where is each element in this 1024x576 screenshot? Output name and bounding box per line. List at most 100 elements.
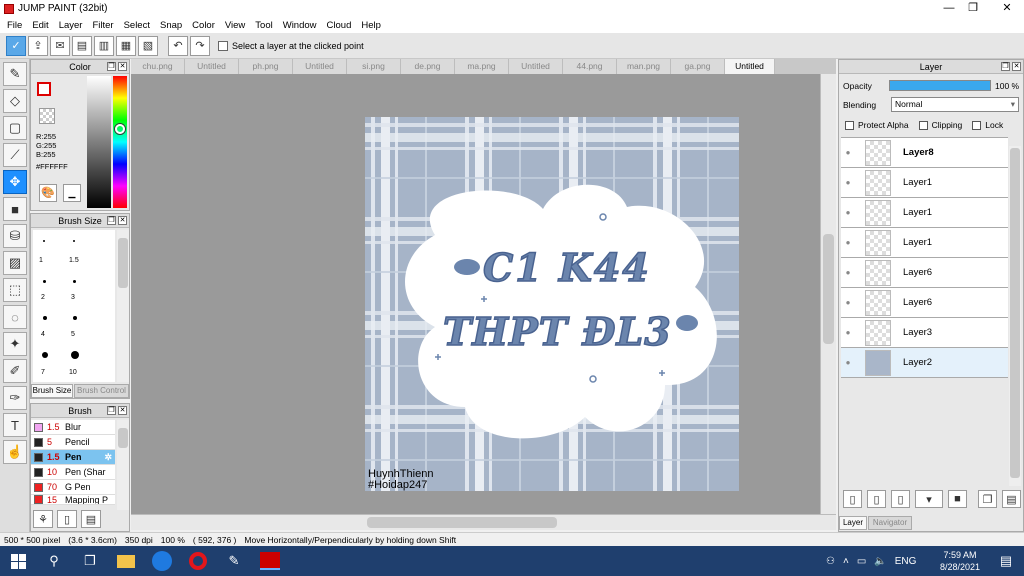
- new-brush-icon[interactable]: ▯: [57, 510, 77, 528]
- visibility-icon[interactable]: ●: [841, 238, 855, 247]
- layer-row[interactable]: ● Layer2: [841, 348, 1008, 378]
- visibility-icon[interactable]: ●: [841, 208, 855, 217]
- canvas-vertical-scrollbar[interactable]: [820, 74, 836, 514]
- tab-44[interactable]: 44.png: [563, 59, 617, 74]
- grid-settings-icon[interactable]: ▧: [138, 35, 158, 56]
- windows-start-icon[interactable]: [0, 546, 36, 576]
- cloud-sync-icon[interactable]: ✓: [6, 35, 26, 56]
- rect-select-tool-icon[interactable]: ⬚: [3, 278, 27, 302]
- maximize-button[interactable]: ❐: [958, 0, 988, 17]
- menu-window[interactable]: Window: [278, 20, 322, 31]
- menu-filter[interactable]: Filter: [87, 20, 118, 31]
- protect-alpha-checkbox[interactable]: [845, 120, 854, 130]
- visibility-icon[interactable]: ●: [841, 178, 855, 187]
- message-icon[interactable]: ▤: [72, 35, 92, 56]
- tab-ma[interactable]: ma.png: [455, 59, 509, 74]
- panel-close-icon[interactable]: ✕: [118, 406, 127, 415]
- size-1[interactable]: 1: [39, 257, 43, 264]
- brush-item-blur[interactable]: 1.5 Blur: [31, 420, 115, 435]
- duplicate-layer-icon[interactable]: ❐: [978, 490, 997, 508]
- layer-list-scrollbar[interactable]: [1009, 146, 1021, 486]
- visibility-icon[interactable]: ●: [841, 148, 855, 157]
- eraser-tool-icon[interactable]: ◇: [3, 89, 27, 113]
- page-settings-icon[interactable]: ▦: [116, 35, 136, 56]
- menu-snap[interactable]: Snap: [155, 20, 187, 31]
- panel-close-icon[interactable]: ✕: [118, 216, 127, 225]
- color-history-icon[interactable]: ▁: [63, 184, 81, 202]
- select-eraser-tool-icon[interactable]: ✑: [3, 386, 27, 410]
- panel-float-icon[interactable]: ❐: [107, 216, 116, 225]
- menu-edit[interactable]: Edit: [27, 20, 53, 31]
- share-icon[interactable]: ⇪: [28, 35, 48, 56]
- visibility-icon[interactable]: ●: [841, 298, 855, 307]
- menu-help[interactable]: Help: [356, 20, 386, 31]
- tab-untitled-2[interactable]: Untitled: [293, 59, 347, 74]
- opera-icon[interactable]: [180, 546, 216, 576]
- add-brush-icon[interactable]: ⚘: [33, 510, 53, 528]
- tab-layer[interactable]: Layer: [839, 516, 867, 530]
- transparent-color-swatch[interactable]: [39, 108, 55, 124]
- panel-close-icon[interactable]: ✕: [1012, 62, 1021, 71]
- brush-size-scrollbar[interactable]: [117, 230, 129, 382]
- panel-float-icon[interactable]: ❐: [107, 406, 116, 415]
- undo-icon[interactable]: ↶: [168, 35, 188, 56]
- brush-item-mapping-pen[interactable]: 15 Mapping P: [31, 495, 115, 505]
- search-icon[interactable]: ⚲: [36, 546, 72, 576]
- layer-row[interactable]: ● Layer1: [841, 168, 1008, 198]
- layer-row[interactable]: ● Layer6: [841, 288, 1008, 318]
- operation-tool-icon[interactable]: ☝: [3, 440, 27, 464]
- rect-tool-icon[interactable]: ▢: [3, 116, 27, 140]
- canvas-area[interactable]: C1 K44 THPT ĐL3 HuynhThienn #Hoidap247: [131, 74, 820, 514]
- visibility-icon[interactable]: ●: [841, 268, 855, 277]
- folder-icon[interactable]: ■: [948, 490, 967, 508]
- new-layer-icon[interactable]: ▯: [843, 490, 862, 508]
- foreground-color-swatch[interactable]: [37, 82, 51, 96]
- panel-close-icon[interactable]: ✕: [118, 62, 127, 71]
- size-1-5[interactable]: 1.5: [69, 257, 79, 264]
- line-tool-icon[interactable]: ⟋: [3, 143, 27, 167]
- tab-de[interactable]: de.png: [401, 59, 455, 74]
- hue-handle[interactable]: [115, 124, 125, 134]
- size-5[interactable]: 5: [71, 331, 75, 338]
- task-view-icon[interactable]: ❐: [72, 546, 108, 576]
- size-4[interactable]: 4: [41, 331, 45, 338]
- network-icon[interactable]: ▭: [857, 556, 866, 567]
- text-tool-icon[interactable]: T: [3, 413, 27, 437]
- clock[interactable]: 7:59 AM 8/28/2021: [940, 549, 980, 573]
- brush-list-scrollbar[interactable]: [117, 420, 129, 510]
- volume-icon[interactable]: 🔈: [874, 556, 886, 567]
- tab-ga[interactable]: ga.png: [671, 59, 725, 74]
- new-1bit-layer-icon[interactable]: ▯: [891, 490, 910, 508]
- tab-untitled-1[interactable]: Untitled: [185, 59, 239, 74]
- menu-cloud[interactable]: Cloud: [322, 20, 357, 31]
- color-value-slider[interactable]: [87, 76, 111, 208]
- delete-layer-icon[interactable]: ▤: [1002, 490, 1021, 508]
- tab-chu[interactable]: chu.png: [131, 59, 185, 74]
- menu-view[interactable]: View: [220, 20, 250, 31]
- brush-item-pen[interactable]: 1.5 Pen ✲: [31, 450, 115, 465]
- layer-row[interactable]: ● Layer6: [841, 258, 1008, 288]
- jump-paint-taskbar-icon[interactable]: [252, 546, 288, 576]
- layer-type-dropdown[interactable]: ▾: [915, 490, 943, 508]
- layer-settings-icon[interactable]: ✲: [995, 146, 1005, 160]
- opacity-slider[interactable]: [889, 80, 991, 91]
- brush-item-pen-sharp[interactable]: 10 Pen (Shar: [31, 465, 115, 480]
- palette-icon[interactable]: 🎨: [39, 184, 57, 202]
- notifications-icon[interactable]: ▤: [988, 546, 1024, 576]
- new-8bit-layer-icon[interactable]: ▯: [867, 490, 886, 508]
- size-3[interactable]: 3: [71, 294, 75, 301]
- menu-file[interactable]: File: [2, 20, 27, 31]
- menu-select[interactable]: Select: [119, 20, 155, 31]
- paint-app-icon[interactable]: ✎: [216, 546, 252, 576]
- panel-float-icon[interactable]: ❐: [107, 62, 116, 71]
- select-layer-checkbox[interactable]: [218, 40, 228, 51]
- size-7[interactable]: 7: [41, 369, 45, 376]
- close-button[interactable]: ✕: [992, 0, 1022, 17]
- brush-menu-icon[interactable]: ▤: [81, 510, 101, 528]
- brush-settings-icon[interactable]: ✲: [104, 452, 112, 463]
- brush-item-g-pen[interactable]: 70 G Pen: [31, 480, 115, 495]
- gradient-tool-icon[interactable]: ▨: [3, 251, 27, 275]
- people-icon[interactable]: ⚇: [826, 556, 835, 567]
- file-explorer-icon[interactable]: [108, 546, 144, 576]
- brush-tool-icon[interactable]: ✎: [3, 62, 27, 86]
